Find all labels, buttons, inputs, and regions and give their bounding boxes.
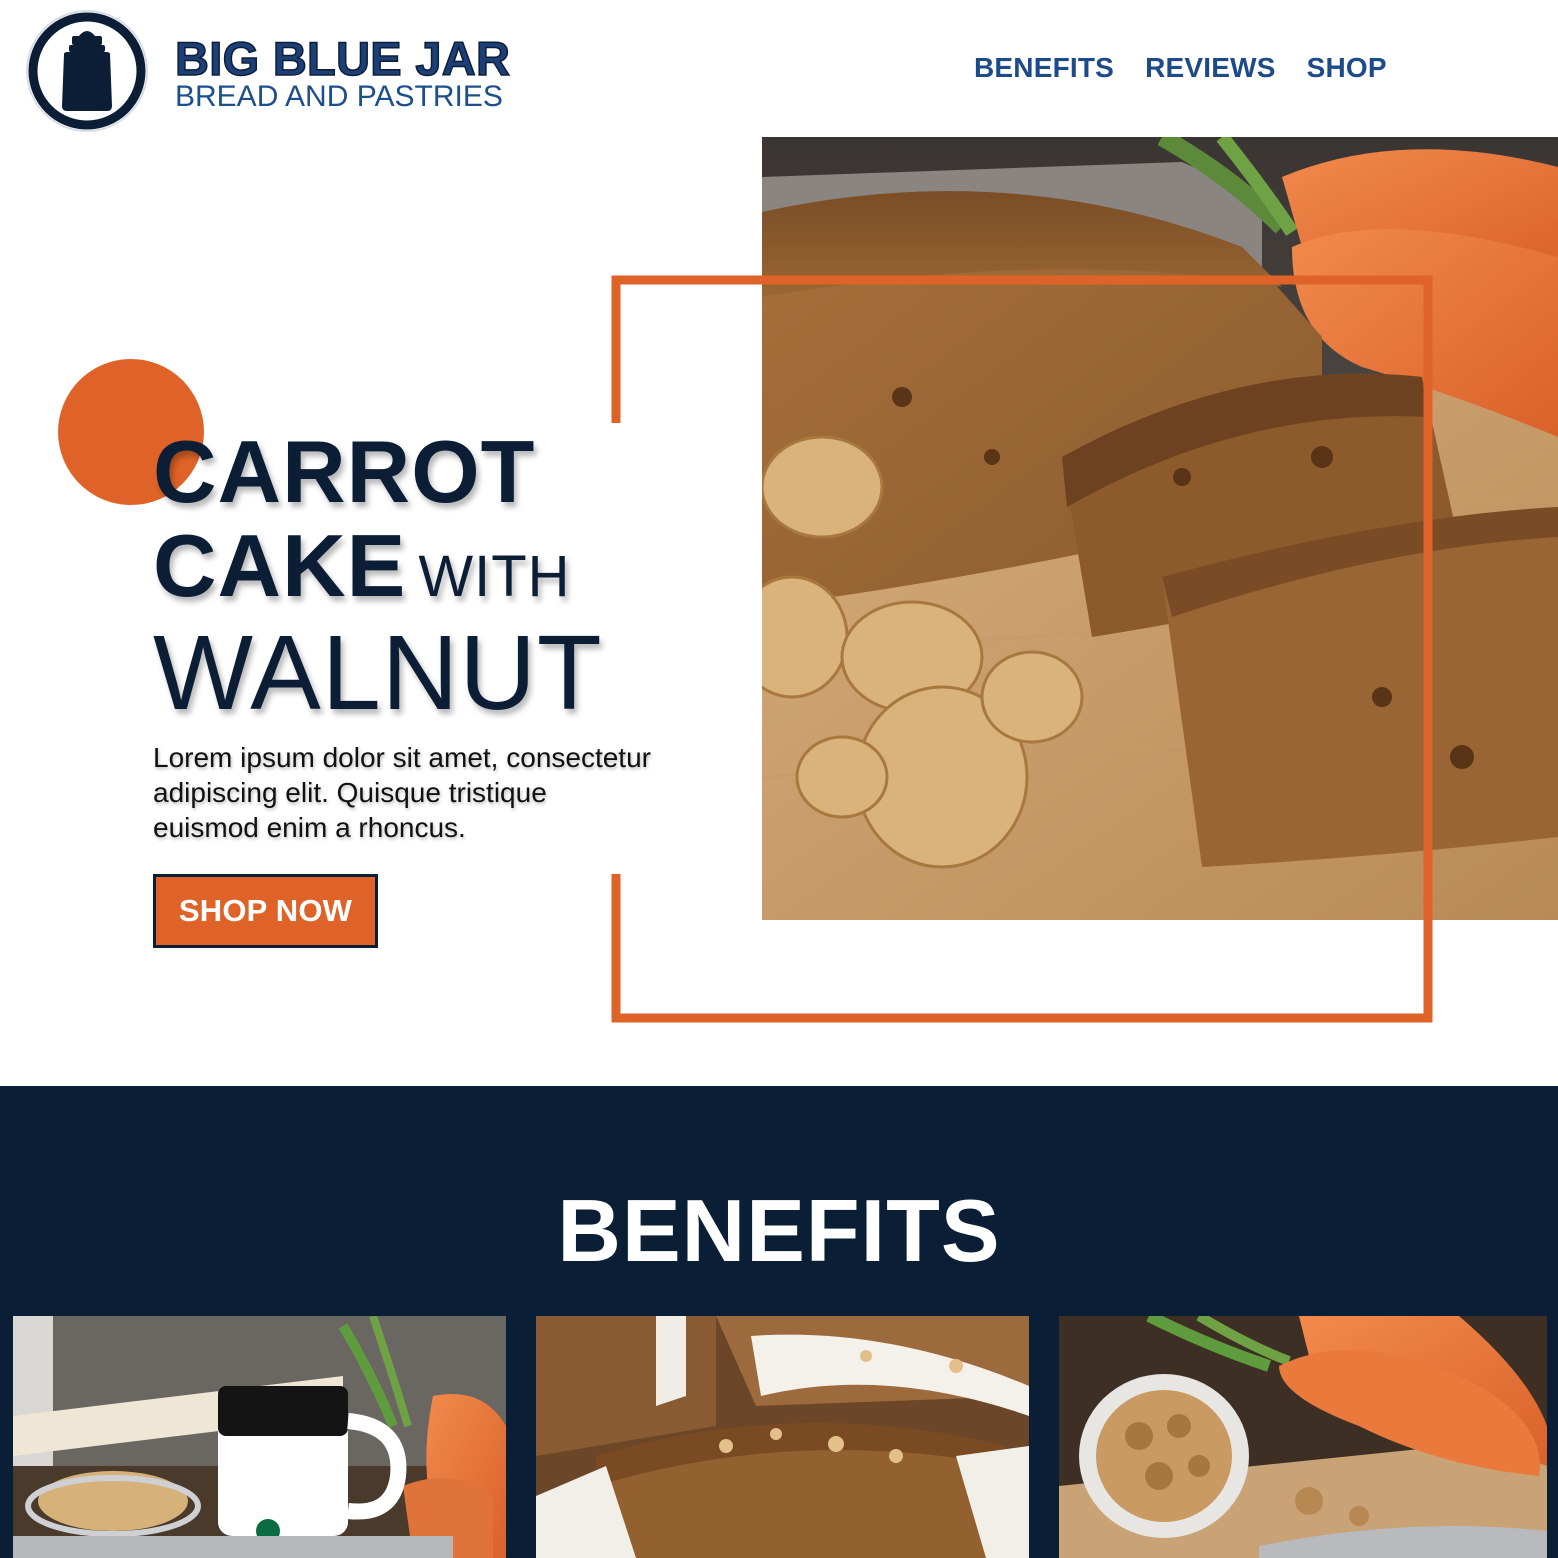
- hero-title-with: WITH: [418, 544, 571, 609]
- jar-icon: [28, 12, 146, 130]
- brand-tagline: BREAD AND PASTRIES: [175, 80, 503, 113]
- shop-now-button[interactable]: SHOP NOW: [153, 874, 378, 948]
- hero-title: CARROT CAKE WITH WALNUT: [153, 422, 603, 732]
- main-nav: BENEFITS REVIEWS SHOP: [974, 50, 1387, 86]
- hero-carrot-cake-photo: [762, 137, 1558, 920]
- benefits-heading: BENEFITS: [557, 1181, 1001, 1280]
- nav-link-shop[interactable]: SHOP: [1307, 50, 1387, 86]
- hero-title-line2: CAKE WITH: [153, 522, 603, 621]
- benefit-card-walnuts-photo: [1059, 1316, 1547, 1558]
- landing-page: BIG BLUE JAR BREAD AND PASTRIES BENEFITS…: [0, 0, 1558, 1558]
- benefit-card-loaves-photo: [536, 1316, 1029, 1558]
- brand-name: BIG BLUE JAR: [174, 32, 511, 85]
- hero-title-cake: CAKE: [153, 516, 407, 615]
- nav-link-benefits[interactable]: BENEFITS: [974, 50, 1114, 86]
- hero-description: Lorem ipsum dolor sit amet, consectetur …: [153, 742, 651, 843]
- benefit-card-mug-photo: [13, 1316, 506, 1558]
- nav-link-reviews[interactable]: REVIEWS: [1145, 50, 1276, 86]
- hero-title-line3: WALNUT: [153, 614, 603, 732]
- logo[interactable]: [28, 12, 146, 130]
- hero-title-line1: CARROT: [153, 422, 536, 521]
